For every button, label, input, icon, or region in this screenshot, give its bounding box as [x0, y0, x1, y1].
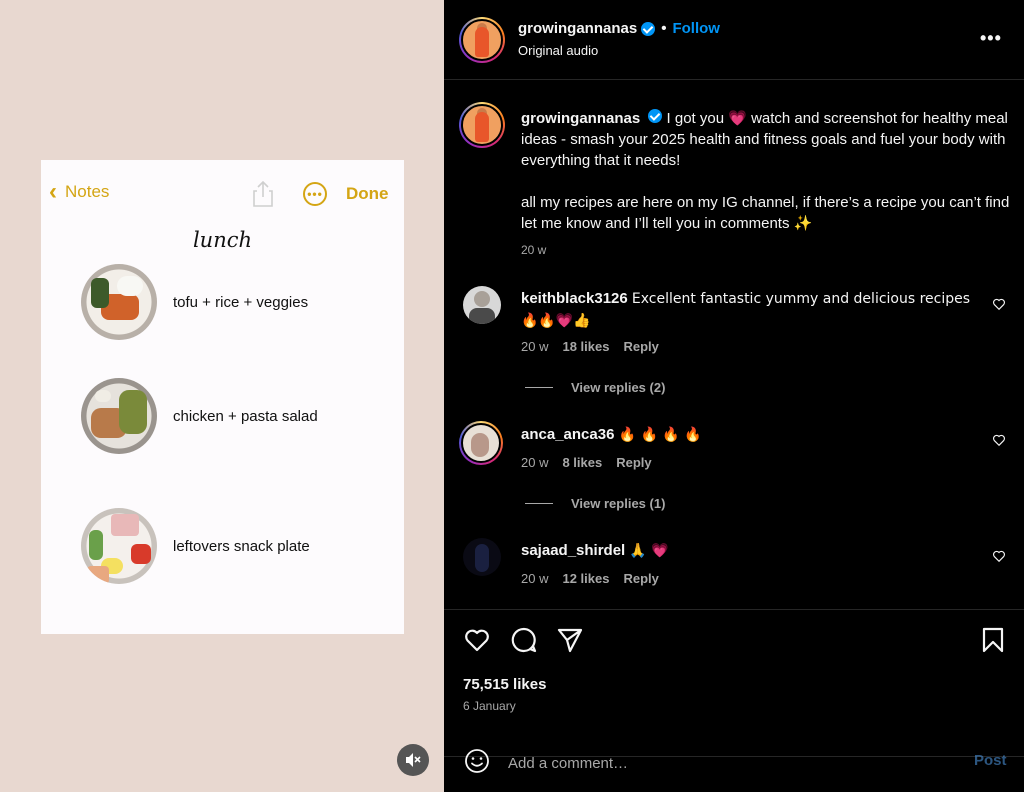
note-title: lunch [192, 228, 253, 252]
reply-button[interactable]: Reply [616, 455, 651, 470]
meal-item: chicken + pasta salad [81, 378, 318, 454]
bookmark-icon[interactable] [979, 626, 1007, 654]
speaker-muted-icon [406, 753, 421, 767]
view-replies-label: View replies (2) [571, 380, 666, 395]
emoji-icon[interactable] [464, 748, 490, 774]
comment-time: 20 w [521, 571, 549, 586]
view-replies-button[interactable]: View replies (1) [525, 496, 665, 511]
post-date: 6 January [463, 699, 516, 713]
commenter-avatar[interactable] [459, 421, 503, 465]
comment-text: 🔥 🔥 🔥 🔥 [618, 427, 702, 443]
author-header: growingannanas • Follow [518, 20, 720, 37]
meal-item: leftovers snack plate [81, 508, 310, 584]
meal-label: leftovers snack plate [173, 537, 310, 555]
notes-done: Done [346, 184, 389, 203]
caption-time: 20 w [521, 243, 547, 257]
view-replies-button[interactable]: View replies (2) [525, 380, 665, 395]
follow-button[interactable]: Follow [672, 20, 720, 37]
comment-meta: 20 w 12 likes Reply [521, 571, 659, 586]
notes-toolbar: ‹ Notes ••• Done [41, 180, 404, 210]
commenter-username[interactable]: anca_anca36 [521, 426, 614, 443]
heart-icon[interactable] [992, 433, 1006, 447]
notes-back-label: Notes [65, 182, 110, 201]
meal-label: tofu + rice + veggies [173, 293, 309, 311]
post-actions: 75,515 likes 6 January [444, 609, 1024, 757]
mute-button[interactable] [397, 744, 429, 776]
share-icon [253, 180, 273, 207]
verified-badge-icon [641, 21, 656, 36]
post-header: growingannanas • Follow Original audio •… [444, 0, 1024, 80]
share-send-icon[interactable] [556, 626, 584, 654]
caption-username[interactable]: growingannanas [521, 110, 640, 127]
comment-input[interactable] [508, 752, 948, 774]
like-heart-icon[interactable] [463, 626, 491, 654]
comment-meta: 20 w 18 likes Reply [521, 339, 659, 354]
author-username[interactable]: growingannanas [518, 20, 637, 37]
reply-button[interactable]: Reply [623, 571, 658, 586]
caption-avatar[interactable] [459, 102, 505, 148]
audio-link[interactable]: Original audio [518, 43, 598, 58]
comment-icon[interactable] [510, 626, 538, 654]
heart-icon[interactable] [992, 297, 1006, 311]
commenter-username[interactable]: sajaad_shirdel [521, 542, 625, 559]
commenter-avatar[interactable] [463, 538, 501, 576]
verified-badge-icon [648, 109, 663, 123]
comment-time: 20 w [521, 455, 549, 470]
heart-icon[interactable] [992, 549, 1006, 563]
separator-dot: • [661, 20, 667, 37]
snack-plate-image [81, 508, 157, 584]
reel-video[interactable]: ‹ Notes ••• Done lunch tofu + rice + veg… [0, 0, 444, 792]
comment-likes[interactable]: 18 likes [562, 339, 609, 354]
chicken-salad-plate-image [81, 378, 157, 454]
caption: growingannanas I got you 💗 watch and scr… [521, 108, 1011, 261]
commenter-avatar[interactable] [463, 286, 501, 324]
comment-meta: 20 w 8 likes Reply [521, 455, 652, 470]
post-button[interactable]: Post [974, 752, 1007, 769]
meal-label: chicken + pasta salad [173, 407, 318, 425]
comment-likes[interactable]: 12 likes [562, 571, 609, 586]
caption-text-2: all my recipes are here on my IG channel… [521, 194, 1010, 232]
tofu-plate-image [81, 264, 157, 340]
author-avatar[interactable] [459, 17, 505, 63]
meal-item: tofu + rice + veggies [81, 264, 308, 340]
chevron-left-icon: ‹ [49, 178, 57, 205]
ellipsis-circle-icon: ••• [303, 182, 327, 206]
divider [525, 503, 553, 504]
view-replies-label: View replies (1) [571, 496, 666, 511]
notes-screenshot: ‹ Notes ••• Done lunch tofu + rice + veg… [41, 160, 404, 634]
more-options-icon[interactable]: ••• [980, 28, 1002, 49]
comment-time: 20 w [521, 339, 549, 354]
commenter-username[interactable]: keithblack3126 [521, 290, 628, 307]
comment-text: 🙏 💗 [629, 543, 669, 559]
reply-button[interactable]: Reply [623, 339, 658, 354]
likes-count[interactable]: 75,515 likes [463, 676, 546, 693]
notes-back: ‹ Notes [49, 178, 110, 205]
divider [525, 387, 553, 388]
add-comment-bar: Post [444, 749, 1024, 792]
post-panel: growingannanas • Follow Original audio •… [444, 0, 1024, 792]
comment-likes[interactable]: 8 likes [562, 455, 602, 470]
